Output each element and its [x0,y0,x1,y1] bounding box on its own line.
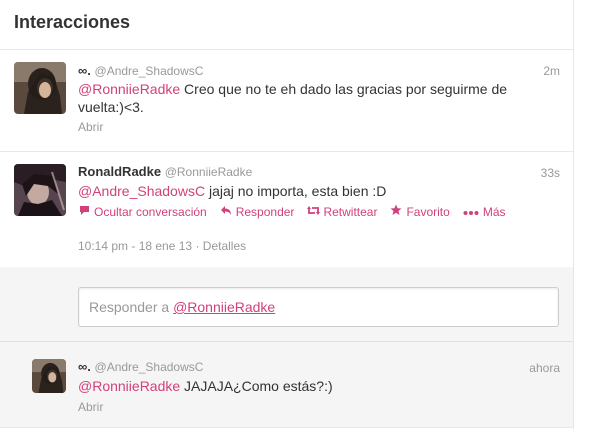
mention-link[interactable]: @RonniieRadke [78,378,180,394]
user-name[interactable]: ∞. [78,359,91,374]
tweet-actions: Ocultar conversación Responder Retwittea… [78,204,506,219]
tweet-body: JAJAJA¿Como estás?:) [180,378,333,394]
tweet-timestamp[interactable]: ahora [529,361,560,375]
avatar[interactable] [14,164,66,216]
retweet-button[interactable]: Retwittear [307,204,377,219]
tweet-text: @Andre_ShadowsC jajaj no importa, esta b… [78,182,386,200]
user-handle[interactable]: @Andre_ShadowsC [95,64,204,78]
star-icon [390,204,402,219]
favorite-label: Favorito [406,204,450,219]
open-link[interactable]: Abrir [78,400,103,414]
user-handle[interactable]: @RonniieRadke [165,165,253,179]
reply-button[interactable]: Responder [220,204,295,219]
tweet-details: 10:14 pm - 18 ene 13 · Detalles [78,239,246,253]
open-link[interactable]: Abrir [78,120,103,134]
retweet-label: Retwittear [323,204,378,219]
reply-input[interactable]: Responder a @RonniieRadke [78,287,559,327]
tweet-item[interactable]: ∞. @Andre_ShadowsC 2m @RonniieRadke Creo… [0,50,573,152]
more-label: Más [482,204,506,219]
dots-icon [463,205,479,219]
page-title: Interacciones [14,12,131,32]
details-link[interactable]: Detalles [203,239,246,253]
retweet-icon [307,205,321,219]
reply-prefix: Responder a [89,299,174,315]
page-gutter [574,0,593,429]
tweet-text: @RonniieRadke JAJAJA¿Como estás?:) [78,377,333,395]
separator: · [195,239,200,253]
hide-conversation-button[interactable]: Ocultar conversación [78,204,207,219]
interactions-panel: Interacciones ∞. @Andre_ShadowsC 2m @Ron… [0,0,574,429]
reply-mention: @RonniieRadke [173,299,276,315]
avatar[interactable] [14,62,66,114]
tweet-body: jajaj no importa, esta bien :D [205,183,387,199]
tweet-text: @RonniieRadke Creo que no te eh dado las… [78,80,538,116]
user-name[interactable]: ∞. [78,63,91,78]
tweet-timestamp[interactable]: 2m [543,64,560,78]
avatar[interactable] [32,359,66,393]
mention-link[interactable]: @RonniieRadke [78,81,180,97]
tweet-header: ∞. @Andre_ShadowsC [78,359,203,375]
reply-label: Responder [235,204,295,219]
tweet-item-expanded[interactable]: RonaldRadke @RonniieRadke 33s @Andre_Sha… [0,152,573,342]
tweet-datetime: 10:14 pm - 18 ene 13 [78,239,193,253]
favorite-button[interactable]: Favorito [390,204,450,219]
tweet-timestamp[interactable]: 33s [541,166,560,180]
tweet-item-reply[interactable]: ∞. @Andre_ShadowsC ahora @RonniieRadke J… [0,342,573,428]
mention-link[interactable]: @Andre_ShadowsC [78,183,205,199]
panel-header: Interacciones [0,0,573,50]
tweet-header: ∞. @Andre_ShadowsC [78,63,203,79]
more-button[interactable]: Más [463,204,506,219]
user-name[interactable]: RonaldRadke [78,164,161,179]
user-handle[interactable]: @Andre_ShadowsC [95,360,204,374]
hide-conversation-label: Ocultar conversación [94,204,207,219]
reply-arrow-icon [220,205,232,219]
speech-bubble-icon [78,205,90,219]
tweet-header: RonaldRadke @RonniieRadke [78,164,252,180]
